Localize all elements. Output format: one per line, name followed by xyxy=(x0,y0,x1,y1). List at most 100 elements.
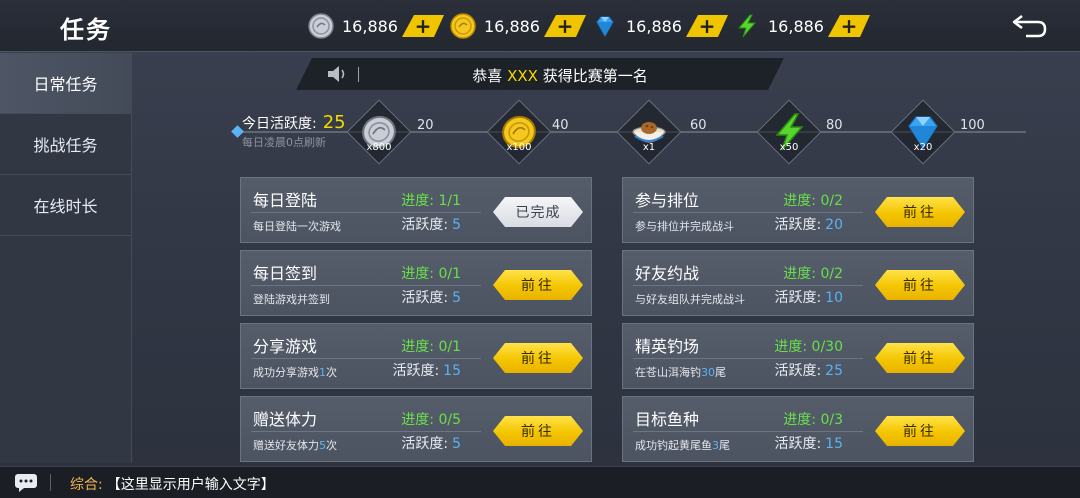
chat-bar[interactable]: 综合: 【这里显示用户输入文字】 xyxy=(0,466,1080,498)
task-progress: 进度: 0/3 xyxy=(783,412,843,428)
activity-points: 25 xyxy=(825,363,843,379)
task-progress: 进度: 0/2 xyxy=(783,266,843,282)
chat-channel: 综合: xyxy=(70,477,103,493)
activity-points: 15 xyxy=(443,363,461,379)
activity-value: 25 xyxy=(322,112,346,133)
task-activity: 活跃度: 5 xyxy=(401,287,461,307)
activity-label-text: 活跃度: xyxy=(774,363,822,379)
task-progress: 进度: 0/30 xyxy=(774,339,843,355)
task-desc-unit: 尾 xyxy=(715,366,726,379)
task-name: 目标鱼种 xyxy=(635,410,700,429)
activity-label-text: 活跃度: xyxy=(774,290,822,306)
reward-threshold: 60 xyxy=(690,118,707,133)
task-description: 成功钓起黄尾鱼3尾 xyxy=(635,437,730,453)
page-title: 任务 xyxy=(60,16,112,44)
activity-label-text: 活跃度: xyxy=(401,290,449,306)
activity-label-text: 活跃度: xyxy=(392,363,440,379)
go-button[interactable]: 前往 xyxy=(493,270,583,300)
task-card-elite-fishing: 精英钓场 在苍山洱海钓30尾 进度: 0/30 活跃度: 25 前往 xyxy=(622,323,974,389)
currency-amount: 16,886 xyxy=(484,16,540,36)
task-desc-text: 登陆游戏并签到 xyxy=(253,293,330,306)
reward-threshold: 80 xyxy=(826,118,843,133)
task-progress: 进度: 0/2 xyxy=(783,193,843,209)
reward-chest-20[interactable]: x800 xyxy=(346,99,412,165)
divider xyxy=(251,212,481,213)
reward-threshold: 40 xyxy=(552,118,569,133)
reward-chest-80[interactable]: x50 xyxy=(756,99,822,165)
add-silver-button[interactable]: + xyxy=(402,15,444,37)
lightning-icon xyxy=(734,13,760,39)
divider xyxy=(633,285,863,286)
task-desc-count: 5 xyxy=(319,439,326,452)
add-energy-button[interactable]: + xyxy=(828,15,870,37)
divider xyxy=(633,358,863,359)
task-name: 精英钓场 xyxy=(635,337,700,356)
activity-label-text: 活跃度: xyxy=(774,436,822,452)
task-desc-text: 成功分享游戏 xyxy=(253,366,319,379)
go-button[interactable]: 前往 xyxy=(875,343,965,373)
go-button[interactable]: 前往 xyxy=(875,197,965,227)
currency-amount: 16,886 xyxy=(626,16,682,36)
task-progress: 进度: 0/5 xyxy=(401,412,461,428)
task-name: 好友约战 xyxy=(635,264,700,283)
chat-bubble-icon[interactable] xyxy=(14,473,38,493)
reward-threshold: 100 xyxy=(960,118,985,133)
task-desc-count: 1 xyxy=(319,366,326,379)
sidebar-item-online-time[interactable]: 在线时长 xyxy=(0,175,131,236)
divider xyxy=(633,212,863,213)
reward-chest-60[interactable]: x1 xyxy=(616,99,682,165)
activity-label-text: 今日活跃度: xyxy=(242,116,317,132)
activity-points: 10 xyxy=(825,290,843,306)
sidebar-item-label: 在线时长 xyxy=(33,197,98,216)
activity-points: 15 xyxy=(825,436,843,452)
sidebar-item-challenge-tasks[interactable]: 挑战任务 xyxy=(0,114,131,175)
reward-chest-40[interactable]: x100 xyxy=(486,99,552,165)
completed-button[interactable]: 已完成 xyxy=(493,197,583,227)
currency-amount: 16,886 xyxy=(768,16,824,36)
add-gold-button[interactable]: + xyxy=(544,15,586,37)
task-desc-count: 3 xyxy=(712,439,719,452)
currency-silver: 16,886 + xyxy=(308,12,444,40)
reward-quantity: x20 xyxy=(913,142,933,153)
gold-coin-icon xyxy=(450,13,476,39)
task-activity: 活跃度: 10 xyxy=(774,287,843,307)
task-description: 与好友组队并完成战斗 xyxy=(635,291,745,307)
sidebar-item-daily-tasks[interactable]: 日常任务 xyxy=(0,53,131,114)
task-desc-unit: 尾 xyxy=(719,439,730,452)
plus-icon: + xyxy=(414,14,432,38)
sidebar-item-label: 挑战任务 xyxy=(33,136,98,155)
task-activity: 活跃度: 5 xyxy=(401,214,461,234)
task-card-daily-signin: 每日签到 登陆游戏并签到 进度: 0/1 活跃度: 5 前往 xyxy=(240,250,592,316)
go-button[interactable]: 前往 xyxy=(493,343,583,373)
back-button[interactable] xyxy=(1010,8,1050,44)
go-button[interactable]: 前往 xyxy=(493,416,583,446)
chat-message-text: 【这里显示用户输入文字】 xyxy=(106,477,275,493)
chat-message: 综合: 【这里显示用户输入文字】 xyxy=(70,474,275,494)
reward-quantity: x100 xyxy=(506,142,532,153)
task-activity: 活跃度: 15 xyxy=(392,360,461,380)
task-desc-text: 参与排位并完成战斗 xyxy=(635,220,734,233)
add-diamond-button[interactable]: + xyxy=(686,15,728,37)
reward-quantity: x800 xyxy=(366,142,392,153)
sidebar: 日常任务 挑战任务 在线时长 xyxy=(0,53,132,463)
task-desc-text: 在苍山洱海钓 xyxy=(635,366,701,379)
reward-chest-100[interactable]: x20 xyxy=(890,99,956,165)
divider xyxy=(251,285,481,286)
divider xyxy=(50,474,51,491)
task-description: 成功分享游戏1次 xyxy=(253,364,337,380)
silver-coin-icon xyxy=(308,13,334,39)
go-button[interactable]: 前往 xyxy=(875,416,965,446)
go-button[interactable]: 前往 xyxy=(875,270,965,300)
task-card-daily-login: 每日登陆 每日登陆一次游戏 进度: 1/1 活跃度: 5 已完成 xyxy=(240,177,592,243)
task-name: 每日签到 xyxy=(253,264,318,283)
plus-icon: + xyxy=(698,14,716,38)
currency-diamond: 16,886 + xyxy=(592,12,728,40)
task-card-share-game: 分享游戏 成功分享游戏1次 进度: 0/1 活跃度: 15 前往 xyxy=(240,323,592,389)
task-desc-text: 与好友组队并完成战斗 xyxy=(635,293,745,306)
task-card-gift-stamina: 赠送体力 赠送好友体力5次 进度: 0/5 活跃度: 5 前往 xyxy=(240,396,592,462)
plus-icon: + xyxy=(556,14,574,38)
reward-threshold: 20 xyxy=(417,118,434,133)
currency-amount: 16,886 xyxy=(342,16,398,36)
task-card-ranked: 参与排位 参与排位并完成战斗 进度: 0/2 活跃度: 20 前往 xyxy=(622,177,974,243)
task-card-friend-battle: 好友约战 与好友组队并完成战斗 进度: 0/2 活跃度: 10 前往 xyxy=(622,250,974,316)
